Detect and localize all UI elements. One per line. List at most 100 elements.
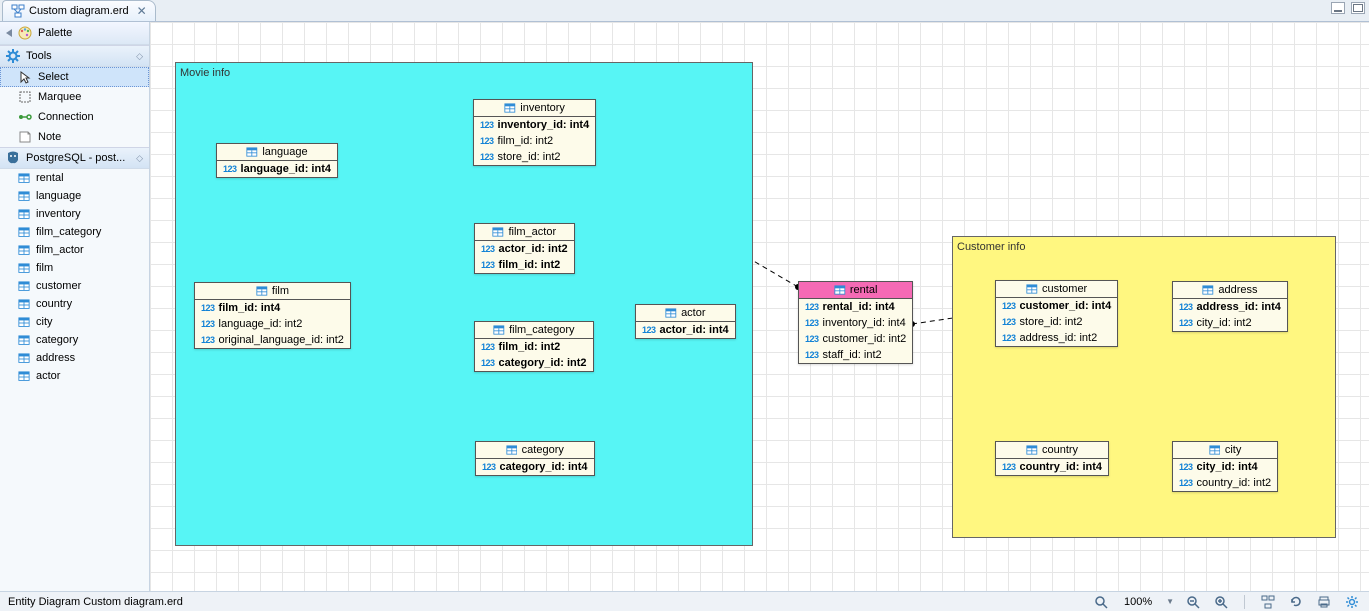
table-item-city[interactable]: city (0, 313, 149, 331)
table-icon (492, 227, 504, 237)
type-icon: 123 (1179, 478, 1193, 488)
table-icon (506, 445, 518, 455)
db-label: PostgreSQL - post... (26, 152, 125, 164)
table-item-language[interactable]: language (0, 187, 149, 205)
entity-city[interactable]: city123city_id: int4123country_id: int2 (1172, 441, 1278, 492)
column-name: staff_id: int2 (823, 349, 882, 361)
type-icon: 123 (482, 462, 496, 472)
table-item-actor[interactable]: actor (0, 367, 149, 385)
entity-column: 123staff_id: int2 (799, 347, 912, 363)
diagram-icon[interactable] (1259, 593, 1277, 611)
entity-header: film_category (475, 322, 593, 339)
table-item-category[interactable]: category (0, 331, 149, 349)
table-label: inventory (36, 208, 81, 220)
entity-category[interactable]: category123category_id: int4 (475, 441, 595, 476)
column-name: address_id: int2 (1020, 332, 1098, 344)
entity-column: 123address_id: int2 (996, 330, 1117, 346)
erd-icon (11, 4, 25, 18)
table-item-country[interactable]: country (0, 295, 149, 313)
column-name: film_id: int2 (499, 341, 561, 353)
entity-header: category (476, 442, 594, 459)
section-postgres[interactable]: PostgreSQL - post... ◇ (0, 147, 149, 169)
entity-header: film_actor (475, 224, 574, 241)
entity-film-category[interactable]: film_category 123 film_id: int2 123category… (474, 321, 594, 372)
table-label: address (36, 352, 75, 364)
entity-language[interactable]: language123language_id: int4 (216, 143, 338, 178)
column-name: customer_id: int2 (823, 333, 907, 345)
entity-address[interactable]: address123address_id: int4123city_id: in… (1172, 281, 1288, 332)
column-name: film_id: int4 (219, 302, 281, 314)
entity-column: 123inventory_id: int4 (799, 315, 912, 331)
zoom-value: 100% (1120, 596, 1156, 608)
window-buttons (1331, 2, 1365, 14)
table-icon (18, 281, 30, 291)
entity-customer[interactable]: customer123customer_id: int4123store_id:… (995, 280, 1118, 347)
type-icon: 123 (201, 319, 215, 329)
type-icon: 123 (1002, 462, 1016, 472)
table-item-rental[interactable]: rental (0, 169, 149, 187)
minimize-button[interactable] (1331, 2, 1345, 14)
table-item-film_actor[interactable]: film_actor (0, 241, 149, 259)
type-icon: 123 (481, 342, 495, 352)
entity-inventory[interactable]: inventory123inventory_id: int4123film_id… (473, 99, 596, 166)
maximize-button[interactable] (1351, 2, 1365, 14)
type-icon: 123 (481, 260, 495, 270)
entity-column: 123 film_id: int2 (475, 339, 593, 355)
column-name: inventory_id: int4 (823, 317, 906, 329)
type-icon: 123 (1179, 302, 1193, 312)
table-item-film_category[interactable]: film_category (0, 223, 149, 241)
entity-column: 123category_id: int2 (475, 355, 593, 371)
entity-film-actor[interactable]: film_actor123actor_id: int2123film_id: i… (474, 223, 575, 274)
tool-note[interactable]: Note (0, 127, 149, 147)
sidebar: Palette Tools ◇ SelectMarqueeConnectionN… (0, 22, 150, 591)
print-icon[interactable] (1315, 593, 1333, 611)
zoom-fit-icon[interactable] (1092, 593, 1110, 611)
table-icon (18, 227, 30, 237)
refresh-icon[interactable] (1287, 593, 1305, 611)
entity-header: country (996, 442, 1108, 459)
type-icon: 123 (805, 334, 819, 344)
tool-marquee[interactable]: Marquee (0, 87, 149, 107)
table-item-address[interactable]: address (0, 349, 149, 367)
zoom-out-icon[interactable] (1184, 593, 1202, 611)
entity-actor[interactable]: actor123actor_id: int4 (635, 304, 736, 339)
group-label: Customer info (957, 241, 1331, 253)
connection-icon (18, 110, 32, 124)
chevron-icon: ◇ (136, 153, 143, 164)
entity-rental[interactable]: rental123rental_id: int4123inventory_id:… (798, 281, 913, 364)
table-icon (18, 335, 30, 345)
table-label: category (36, 334, 78, 346)
entity-column: 123country_id: int2 (1173, 475, 1277, 491)
select-icon (18, 70, 32, 84)
palette-icon (18, 26, 32, 40)
table-icon (18, 173, 30, 183)
tab-custom-diagram[interactable]: Custom diagram.erd ✕ (2, 0, 156, 21)
table-label: country (36, 298, 72, 310)
type-icon: 123 (1179, 462, 1193, 472)
entity-country[interactable]: country123country_id: int4 (995, 441, 1109, 476)
column-name: language_id: int4 (241, 163, 331, 175)
tab-close-icon[interactable]: ✕ (137, 4, 147, 18)
gear-icon (6, 49, 20, 63)
section-tools[interactable]: Tools ◇ (0, 45, 149, 67)
table-item-customer[interactable]: customer (0, 277, 149, 295)
tool-label: Select (38, 71, 69, 83)
entity-film[interactable]: film123film_id: int4123language_id: int2… (194, 282, 351, 349)
column-name: language_id: int2 (219, 318, 303, 330)
tool-select[interactable]: Select (0, 67, 149, 87)
tool-connection[interactable]: Connection (0, 107, 149, 127)
collapse-icon[interactable] (6, 29, 12, 37)
tool-label: Marquee (38, 91, 81, 103)
table-label: actor (36, 370, 60, 382)
table-icon (1202, 285, 1214, 295)
diagram-canvas[interactable]: Movie info Customer info language123lang… (150, 22, 1369, 591)
type-icon: 123 (201, 303, 215, 313)
table-icon (18, 191, 30, 201)
entity-header: language (217, 144, 337, 161)
table-icon (256, 286, 268, 296)
zoom-dropdown[interactable]: ▼ (1166, 597, 1174, 606)
zoom-in-icon[interactable] (1212, 593, 1230, 611)
settings-icon[interactable] (1343, 593, 1361, 611)
table-item-inventory[interactable]: inventory (0, 205, 149, 223)
table-item-film[interactable]: film (0, 259, 149, 277)
